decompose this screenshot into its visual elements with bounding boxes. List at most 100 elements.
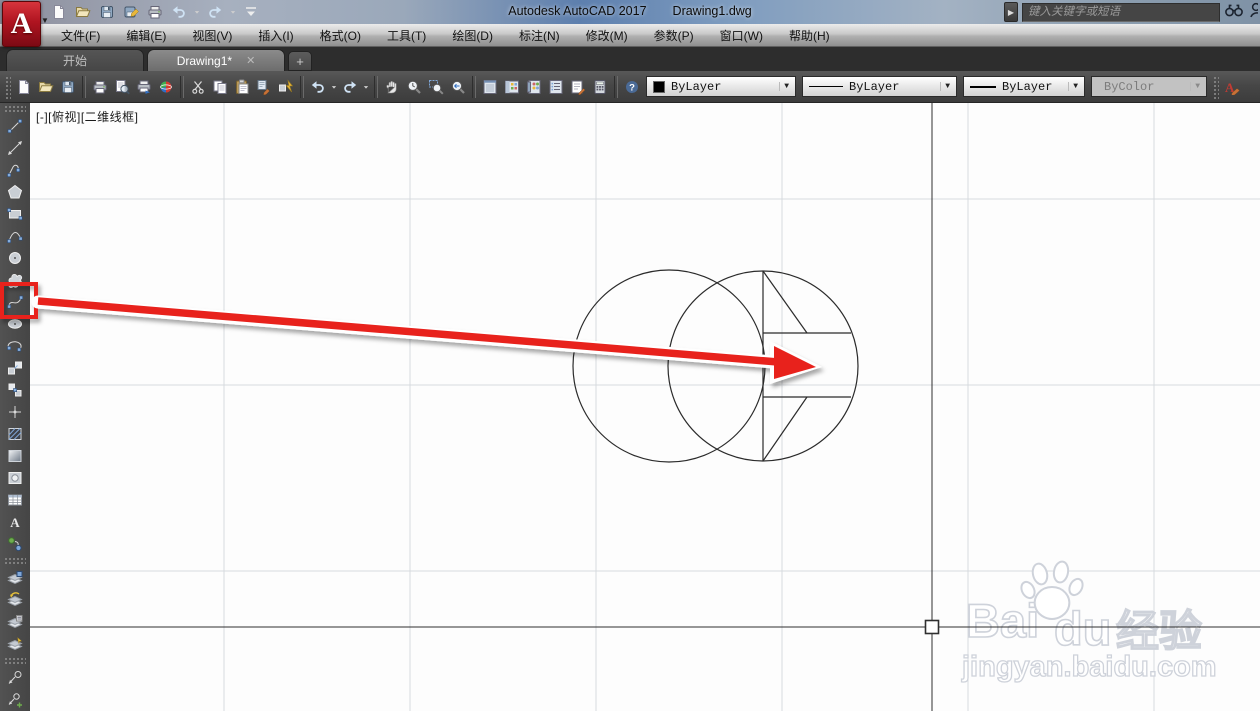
toolbar-paste-button[interactable]	[231, 75, 253, 99]
tool-mtext-button[interactable]: A	[2, 511, 28, 533]
toolbar-match-properties-button[interactable]	[253, 75, 275, 99]
menu-item-1[interactable]: 编辑(E)	[113, 24, 179, 47]
save-icon	[101, 6, 113, 18]
toolbar-quickcalc-button[interactable]	[589, 75, 611, 99]
tool-line-button[interactable]	[2, 115, 28, 137]
tool-hatch-button[interactable]	[2, 423, 28, 445]
tool-insert-block-button[interactable]	[2, 357, 28, 379]
toolbar-designcenter-button[interactable]	[501, 75, 523, 99]
menu-item-3[interactable]: 插入(I)	[245, 24, 306, 47]
menu-item-7[interactable]: 标注(N)	[506, 24, 573, 47]
menu-item-0[interactable]: 文件(F)	[48, 24, 113, 47]
toolbar-grip[interactable]	[4, 74, 11, 99]
menu-item-2[interactable]: 视图(V)	[179, 24, 245, 47]
account-person-icon[interactable]	[1248, 2, 1260, 23]
draw-toolbar-grip[interactable]	[4, 557, 26, 565]
qat-undo-button[interactable]	[168, 2, 190, 22]
menu-item-5[interactable]: 工具(T)	[374, 24, 439, 47]
tool-arc-button[interactable]	[2, 225, 28, 247]
tool-ellipse-arc-button[interactable]	[2, 335, 28, 357]
toolbar-preview-button[interactable]	[111, 75, 133, 99]
toolbar-publish-button[interactable]	[133, 75, 155, 99]
qat-redo-button[interactable]	[204, 2, 226, 22]
tool-circle-button[interactable]	[2, 247, 28, 269]
toolbar-block-editor-button[interactable]	[275, 75, 297, 99]
toolbar-tool-palettes-button[interactable]	[523, 75, 545, 99]
toolbar-redo-button[interactable]	[339, 75, 361, 99]
toolbar-globe-3d-button[interactable]	[155, 75, 177, 99]
logo-dropdown-arrow-icon[interactable]: ▼	[41, 16, 49, 25]
toolbar-markup-manager-button[interactable]	[567, 75, 589, 99]
toolbar-undo-button[interactable]	[307, 75, 329, 99]
menu-item-11[interactable]: 帮助(H)	[776, 24, 843, 47]
toolbar-save-button[interactable]	[57, 75, 79, 99]
tool-construction-line-button[interactable]	[2, 137, 28, 159]
toolbar-pan-button[interactable]	[381, 75, 403, 99]
toolbar-help-button[interactable]: ?	[621, 75, 643, 99]
tool-spline-button[interactable]	[2, 291, 28, 313]
qat-dropdown-button[interactable]	[228, 2, 238, 22]
toolbar-open-button[interactable]	[35, 75, 57, 99]
toolbar-dropdown-button[interactable]	[361, 75, 371, 99]
toolbar-new-button[interactable]	[13, 75, 35, 99]
tool-polygon-button[interactable]	[2, 181, 28, 203]
viewport-controls[interactable]: [-][俯视][二维线框]	[36, 108, 139, 125]
tool-revision-cloud-button[interactable]	[2, 269, 28, 291]
draw-toolbar-grip[interactable]	[4, 657, 26, 665]
tool-polyline-button[interactable]	[2, 159, 28, 181]
tool-layer-states-button[interactable]	[2, 611, 28, 633]
tool-layer-match-button[interactable]	[2, 633, 28, 655]
color-control[interactable]: ByLayer ▼	[646, 76, 796, 97]
toolbar-grip[interactable]	[1212, 74, 1219, 99]
search-expand-button[interactable]: ▶	[1004, 2, 1018, 22]
tool-layer-current-button[interactable]	[2, 567, 28, 589]
toolbar-cut-button[interactable]	[187, 75, 209, 99]
tool-multileader-add-button[interactable]	[2, 689, 28, 711]
tool-make-block-button[interactable]	[2, 379, 28, 401]
linetype-control[interactable]: ByLayer ▼	[802, 76, 957, 97]
toolbar-plot-button[interactable]	[89, 75, 111, 99]
menu-item-9[interactable]: 参数(P)	[641, 24, 707, 47]
drawing-canvas[interactable]	[30, 103, 1260, 711]
menu-item-6[interactable]: 绘图(D)	[439, 24, 506, 47]
qat-customize-button[interactable]	[240, 2, 262, 22]
toolbar-properties-button[interactable]	[479, 75, 501, 99]
binoculars-search-icon[interactable]	[1224, 2, 1244, 23]
autocad-logo-menu-button[interactable]: A	[2, 1, 41, 47]
toolbar-dropdown-button[interactable]	[329, 75, 339, 99]
qat-dropdown-button[interactable]	[192, 2, 202, 22]
tool-point-style-button[interactable]	[2, 533, 28, 555]
qat-plot-button[interactable]	[144, 2, 166, 22]
toolbar-annotate-a-button[interactable]: A	[1221, 75, 1243, 99]
toolbar-zoom-window-button[interactable]	[425, 75, 447, 99]
tool-region-button[interactable]	[2, 467, 28, 489]
new-tab-button[interactable]: +	[288, 51, 312, 71]
search-input[interactable]	[1022, 2, 1220, 22]
menu-item-10[interactable]: 窗口(W)	[707, 24, 776, 47]
tool-multileader-button[interactable]	[2, 667, 28, 689]
toolbar-zoom-realtime-button[interactable]	[403, 75, 425, 99]
lineweight-sample	[970, 85, 996, 88]
menu-item-8[interactable]: 修改(M)	[573, 24, 641, 47]
qat-save-button[interactable]	[96, 2, 118, 22]
qat-new-button[interactable]	[48, 2, 70, 22]
plotstyle-control[interactable]: ByColor ▼	[1091, 76, 1207, 97]
toolbar-copy-button[interactable]	[209, 75, 231, 99]
qat-save-as-button[interactable]	[120, 2, 142, 22]
tab-close-icon[interactable]: ✕	[246, 54, 255, 67]
open-icon	[75, 7, 91, 17]
tool-ellipse-button[interactable]	[2, 313, 28, 335]
file-tab-1[interactable]: Drawing1* ✕	[147, 49, 285, 71]
file-tab-0[interactable]: 开始	[6, 49, 144, 71]
qat-open-button[interactable]	[72, 2, 94, 22]
menu-item-4[interactable]: 格式(O)	[307, 24, 374, 47]
toolbar-sheet-set-manager-button[interactable]	[545, 75, 567, 99]
tool-table-button[interactable]	[2, 489, 28, 511]
tool-point-button[interactable]	[2, 401, 28, 423]
toolbar-zoom-previous-button[interactable]	[447, 75, 469, 99]
lineweight-control[interactable]: ByLayer ▼	[963, 76, 1085, 97]
tool-layer-previous-button[interactable]	[2, 589, 28, 611]
tool-gradient-button[interactable]	[2, 445, 28, 467]
tool-rectangle-button[interactable]	[2, 203, 28, 225]
draw-toolbar-grip[interactable]	[4, 105, 26, 113]
